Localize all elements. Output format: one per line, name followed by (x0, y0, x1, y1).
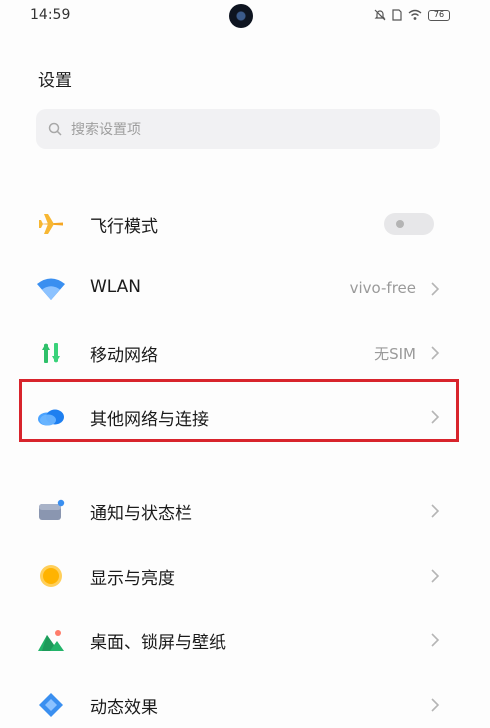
setting-value: vivo-free (349, 279, 416, 297)
notification-icon (39, 499, 65, 520)
diamond-icon (39, 693, 63, 717)
status-bar: 14:59 76 (0, 0, 490, 34)
chevron-right-icon (431, 698, 440, 712)
chevron-right-icon (431, 633, 440, 647)
silent-icon (374, 9, 386, 21)
chevron-right-icon (431, 282, 440, 296)
airplane-mode-toggle[interactable] (384, 213, 434, 235)
chevron-right-icon (431, 504, 440, 518)
setting-row-mobile-network[interactable]: 移动网络 无SIM (0, 321, 490, 385)
airplane-icon (39, 214, 63, 234)
chevron-right-icon (431, 569, 440, 583)
wifi-status-icon (408, 9, 422, 20)
sun-icon (40, 565, 62, 587)
wifi-icon (37, 278, 65, 300)
chevron-right-icon (431, 346, 440, 360)
sim-icon (392, 9, 402, 21)
page-title: 设置 (38, 71, 72, 91)
battery-icon: 76 (428, 9, 450, 21)
status-icons: 76 (374, 9, 450, 21)
setting-row-wlan[interactable]: WLAN vivo-free (0, 257, 490, 321)
mobile-data-icon (42, 343, 60, 363)
landscape-icon (38, 630, 64, 651)
setting-row-effects[interactable]: 动态效果 (0, 673, 490, 728)
setting-label: 动态效果 (90, 698, 158, 718)
setting-row-wallpaper[interactable]: 桌面、锁屏与壁纸 (0, 608, 490, 672)
setting-label: 移动网络 (90, 346, 158, 366)
setting-label: WLAN (90, 277, 142, 297)
settings-screen: 14:59 76 设置 搜索设置项 飞行模式 WLAN vivo-free 移动… (0, 0, 490, 728)
setting-label: 通知与状态栏 (90, 504, 192, 524)
toggle-knob (396, 220, 404, 228)
setting-value: 无SIM (374, 345, 416, 363)
setting-label: 显示与亮度 (90, 569, 175, 589)
front-camera (229, 4, 253, 28)
search-placeholder: 搜索设置项 (71, 122, 141, 138)
setting-label: 飞行模式 (90, 217, 158, 237)
setting-row-notifications[interactable]: 通知与状态栏 (0, 479, 490, 543)
highlight-annotation (19, 379, 459, 442)
setting-row-display[interactable]: 显示与亮度 (0, 544, 490, 608)
search-input[interactable]: 搜索设置项 (36, 109, 440, 149)
setting-label: 桌面、锁屏与壁纸 (90, 633, 226, 653)
status-time: 14:59 (30, 7, 71, 23)
search-icon (48, 122, 62, 136)
